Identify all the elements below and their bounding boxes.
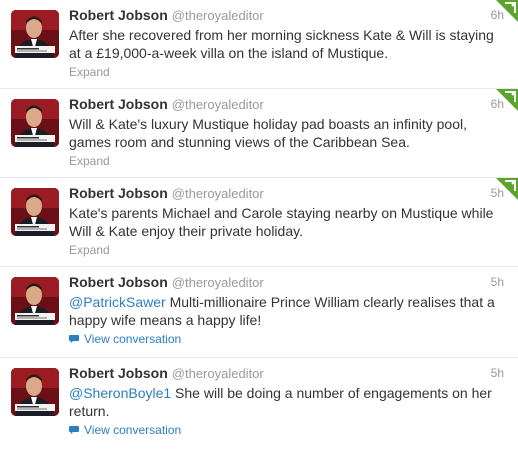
tweet-timestamp[interactable]: 5h <box>491 275 504 289</box>
tweet-text: @PatrickSawer Multi-millionaire Prince W… <box>69 293 504 329</box>
tweet-fullname[interactable]: Robert Jobson <box>69 185 168 201</box>
speech-bubble-icon <box>69 425 79 434</box>
tweet-username[interactable]: @theroyaleditor <box>172 97 264 112</box>
view-conversation-label[interactable]: View conversation <box>84 423 181 437</box>
tweet-item[interactable]: Robert Jobson @theroyaleditor 5h @SheronB… <box>0 358 518 449</box>
tweet-fullname[interactable]: Robert Jobson <box>69 365 168 381</box>
tweet-username[interactable]: @theroyaleditor <box>172 8 264 23</box>
avatar[interactable] <box>11 99 59 147</box>
view-conversation-label[interactable]: View conversation <box>84 332 181 346</box>
avatar[interactable] <box>11 277 59 325</box>
view-conversation-link[interactable]: View conversation <box>69 423 504 437</box>
tweet-fullname[interactable]: Robert Jobson <box>69 274 168 290</box>
tweet-username[interactable]: @theroyaleditor <box>172 186 264 201</box>
tweet-text: Will & Kate's luxury Mustique holiday pa… <box>69 116 467 150</box>
retweet-corner-icon <box>496 178 518 200</box>
tweet-item[interactable]: Robert Jobson @theroyaleditor 6h After sh… <box>0 0 518 89</box>
avatar-image <box>11 99 59 147</box>
mention-link[interactable]: @SheronBoyle1 <box>69 385 171 401</box>
avatar-image <box>11 368 59 416</box>
tweet-item[interactable]: Robert Jobson @theroyaleditor 6h Will & K… <box>0 89 518 178</box>
avatar[interactable] <box>11 368 59 416</box>
avatar-image <box>11 10 59 58</box>
expand-link[interactable]: Expand <box>69 65 504 79</box>
tweet-timestamp[interactable]: 5h <box>491 366 504 380</box>
tweet-feed: Robert Jobson @theroyaleditor 6h After sh… <box>0 0 518 449</box>
tweet-username[interactable]: @theroyaleditor <box>172 366 264 381</box>
avatar-image <box>11 188 59 236</box>
avatar[interactable] <box>11 188 59 236</box>
retweet-corner-icon <box>496 0 518 22</box>
speech-bubble-icon <box>69 334 79 343</box>
tweet-text: After she recovered from her morning sic… <box>69 27 494 61</box>
expand-link[interactable]: Expand <box>69 154 504 168</box>
retweet-corner-icon <box>496 89 518 111</box>
tweet-text: @SheronBoyle1 She will be doing a number… <box>69 384 504 420</box>
tweet-fullname[interactable]: Robert Jobson <box>69 96 168 112</box>
expand-link[interactable]: Expand <box>69 243 504 257</box>
mention-link[interactable]: @PatrickSawer <box>69 294 166 310</box>
tweet-fullname[interactable]: Robert Jobson <box>69 7 168 23</box>
tweet-username[interactable]: @theroyaleditor <box>172 275 264 290</box>
view-conversation-link[interactable]: View conversation <box>69 332 504 346</box>
tweet-item[interactable]: Robert Jobson @theroyaleditor 5h @Patrick… <box>0 267 518 358</box>
avatar[interactable] <box>11 10 59 58</box>
tweet-text: Kate's parents Michael and Carole stayin… <box>69 205 494 239</box>
avatar-image <box>11 277 59 325</box>
tweet-item[interactable]: Robert Jobson @theroyaleditor 5h Kate's p… <box>0 178 518 267</box>
